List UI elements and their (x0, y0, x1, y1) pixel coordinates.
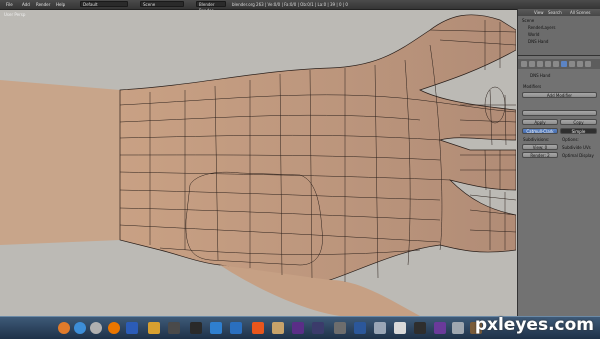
properties-panel: View Search All Scenes Scene RenderLayer… (517, 9, 600, 316)
object-name[interactable]: DNS Hand (530, 73, 550, 78)
hand-skin (119, 14, 516, 284)
mail-icon[interactable] (374, 322, 386, 334)
outliner-search-menu[interactable]: Search (548, 10, 562, 15)
render-tab-icon[interactable] (521, 61, 527, 67)
menu-help[interactable]: Help (56, 2, 65, 7)
data-tab-icon[interactable] (569, 61, 575, 67)
outliner-header: View Search All Scenes (518, 9, 600, 16)
optimal-display-checkbox[interactable]: Optimal Display (562, 153, 594, 158)
view-levels-field[interactable]: View: 0 (522, 144, 558, 150)
menu-add[interactable]: Add (22, 2, 30, 7)
catmull-clark-button[interactable]: Catmull-Clark (522, 128, 558, 134)
firefox-icon[interactable] (58, 322, 70, 334)
outliner-row-scene[interactable]: Scene (522, 18, 534, 23)
layout-select[interactable]: Default (80, 1, 128, 7)
blender-header: File Add Render Help Default Scene Blend… (0, 0, 600, 13)
word-icon[interactable] (354, 322, 366, 334)
render-engine-select[interactable]: Blender Render (196, 1, 226, 13)
music-icon[interactable] (190, 322, 202, 334)
scene-stats: blender.org 263 | Ve:0/0 | Fa:0/0 | Ob:0… (232, 2, 348, 7)
app-icon[interactable] (168, 322, 180, 334)
tools-icon[interactable] (148, 322, 160, 334)
options-label: Options: (562, 137, 579, 142)
material-tab-icon[interactable] (577, 61, 583, 67)
pr-icon[interactable] (292, 322, 304, 334)
paint-icon[interactable] (272, 322, 284, 334)
arm-skin (0, 80, 120, 245)
menu-file[interactable]: File (6, 2, 13, 7)
ae-icon[interactable] (312, 322, 324, 334)
doc-icon[interactable] (394, 322, 406, 334)
scene-tab-icon[interactable] (529, 61, 535, 67)
video-icon[interactable] (434, 322, 446, 334)
object-tab-icon[interactable] (545, 61, 551, 67)
recycle-icon[interactable] (452, 322, 464, 334)
media-icon[interactable] (90, 322, 102, 334)
3ds-icon[interactable] (414, 322, 426, 334)
render-levels-field[interactable]: Render: 2 (522, 152, 558, 158)
folder2-icon[interactable] (334, 322, 346, 334)
copy-button[interactable]: Copy (560, 119, 597, 125)
outliner: View Search All Scenes Scene RenderLayer… (518, 9, 600, 56)
subsurf-modifier-header[interactable] (522, 110, 597, 116)
ps-icon[interactable] (210, 322, 222, 334)
blender-icon[interactable] (108, 322, 120, 334)
menu-render[interactable]: Render (36, 2, 50, 7)
constraint-tab-icon[interactable] (553, 61, 559, 67)
viewport-label: User Persp (4, 12, 26, 17)
subdivide-uvs-checkbox[interactable]: Subdivide UVs (562, 145, 591, 150)
3d-viewport[interactable]: User Persp (0, 10, 516, 316)
subdivisions-label: Subdivisions: (523, 137, 550, 142)
outliner-row-world[interactable]: World (528, 32, 539, 37)
world-tab-icon[interactable] (537, 61, 543, 67)
properties-tabs (518, 59, 600, 69)
outliner-view-menu[interactable]: View (534, 10, 544, 15)
modifier-tab-icon[interactable] (561, 61, 567, 67)
texture-tab-icon[interactable] (585, 61, 591, 67)
simple-button[interactable]: Simple (560, 128, 597, 134)
hand-mesh-view (0, 14, 516, 316)
ppt-icon[interactable] (252, 322, 264, 334)
chrome-icon[interactable] (74, 322, 86, 334)
apply-button[interactable]: Apply (522, 119, 558, 125)
outliner-row-dns-hand[interactable]: DNS Hand (528, 39, 548, 44)
lr-icon[interactable] (230, 322, 242, 334)
folder-icon[interactable] (126, 322, 138, 334)
outliner-filter-select[interactable]: All Scenes (570, 10, 591, 15)
add-modifier-button[interactable]: Add Modifier (522, 92, 597, 98)
modifiers-heading: Modifiers (523, 84, 542, 89)
outliner-row-renderlayers[interactable]: RenderLayers (528, 25, 555, 30)
watermark: pxleyes.com (474, 315, 594, 335)
scene-select[interactable]: Scene (140, 1, 184, 7)
